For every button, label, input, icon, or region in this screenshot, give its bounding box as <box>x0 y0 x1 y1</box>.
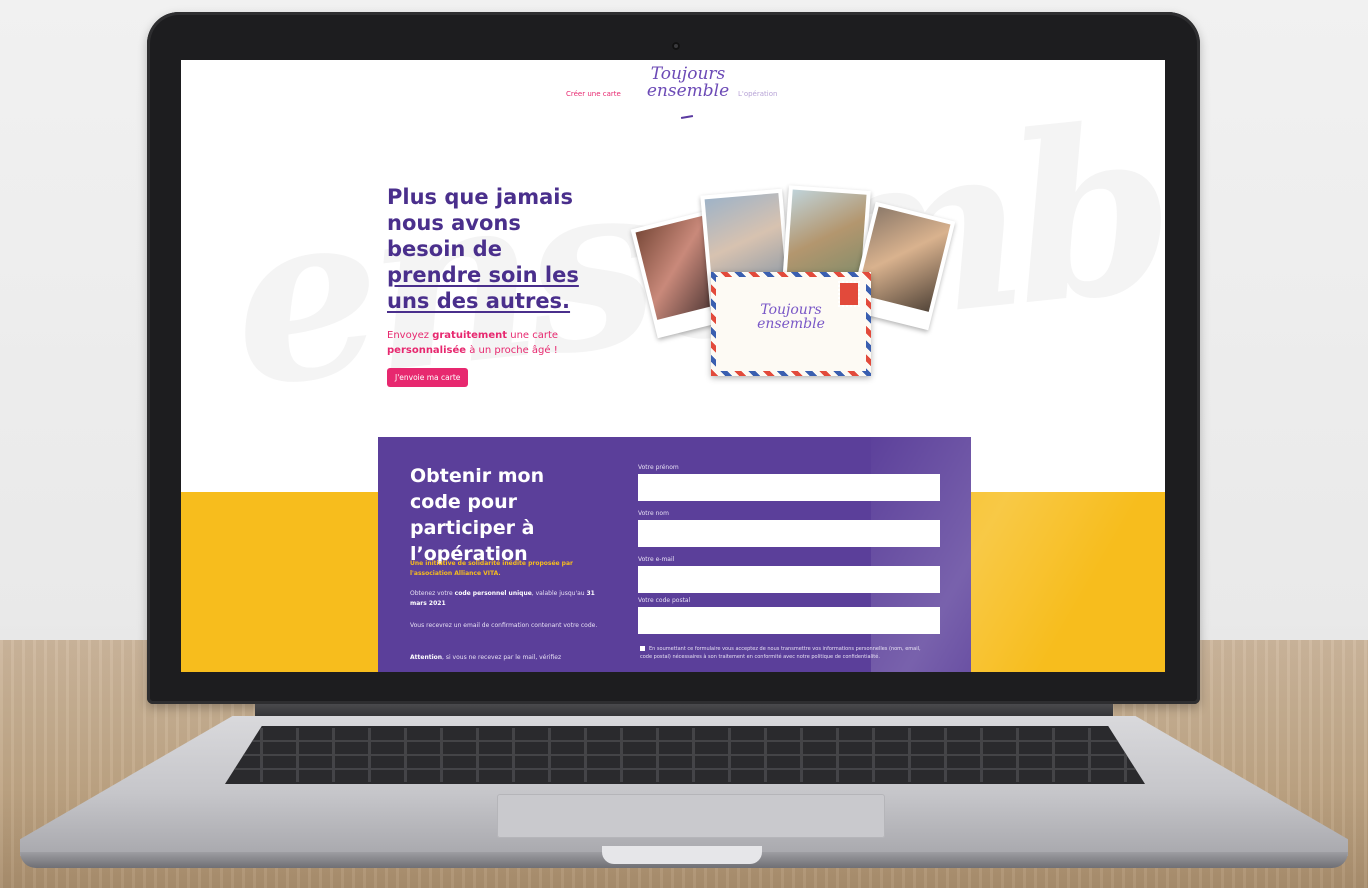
p1-pre: Obtenez votre <box>410 590 455 597</box>
form-paragraph-attention: Attention, si vous ne recevez par le mai… <box>410 653 600 663</box>
hero-sub-post: à un proche âgé ! <box>466 345 558 356</box>
p1-mid: , valable jusqu'au <box>531 590 587 597</box>
hero-block: Plus que jamais nous avons besoin de pre… <box>387 184 597 387</box>
laptop-notch <box>602 846 762 864</box>
keyboard-keys <box>227 728 1143 782</box>
form-paragraph-email: Vous recevrez un email de confirmation c… <box>410 622 598 629</box>
stamp-icon <box>838 281 860 307</box>
hero-sub-bold-free: gratuitement <box>432 330 508 341</box>
hero-title: Plus que jamais nous avons besoin de pre… <box>387 184 597 314</box>
envelope-logo: Toujours ensemble <box>757 302 825 332</box>
laptop-screen: ensemble Créer une carte Toujours ensemb… <box>181 60 1165 672</box>
nav-operation[interactable]: L'opération <box>738 90 777 98</box>
last-name-label: Votre nom <box>638 510 669 517</box>
envelope-illustration: Toujours ensemble <box>711 272 871 376</box>
p3-bold: Attention <box>410 654 443 661</box>
hero-title-text: Plus que jamais nous avons besoin de <box>387 185 574 261</box>
hero-sub-mid: une carte <box>507 330 559 341</box>
nav-create-card[interactable]: Créer une carte <box>566 90 621 98</box>
hero-subtitle: Envoyez gratuitement une carte personnal… <box>387 328 597 358</box>
postal-code-label: Votre code postal <box>638 597 691 604</box>
p3-text: , si vous ne recevez par le mail, vérifi… <box>442 654 562 661</box>
webcam-icon <box>672 42 680 50</box>
form-intro: Une initiative de solidarité inédite pro… <box>410 560 573 577</box>
hero-title-underlined: prendre soin les uns des autres. <box>387 263 579 313</box>
photo-image <box>786 189 867 285</box>
logo-text: Toujours ensemble <box>646 64 730 101</box>
logo-dash-icon <box>680 114 694 120</box>
hero-sub-bold-personalized: personnalisée <box>387 345 467 356</box>
keyboard <box>225 726 1145 784</box>
hero-sub-pre: Envoyez <box>387 330 433 341</box>
consent-checkbox[interactable] <box>640 646 645 651</box>
trackpad <box>497 794 885 838</box>
p1-bold: code personnel unique <box>454 590 532 597</box>
photo-collage: Toujours ensemble <box>630 180 957 390</box>
site-logo[interactable]: Toujours ensemble <box>633 66 743 124</box>
form-section-title: Obtenir mon code pour participer à l’opé… <box>410 465 545 565</box>
email-label: Votre e-mail <box>638 556 675 563</box>
screen-glare <box>871 420 1165 672</box>
form-paragraph-code: Obtenez votre code personnel unique, val… <box>410 589 600 609</box>
send-card-button[interactable]: J'envoie ma carte <box>387 368 469 387</box>
first-name-label: Votre prénom <box>638 464 679 471</box>
